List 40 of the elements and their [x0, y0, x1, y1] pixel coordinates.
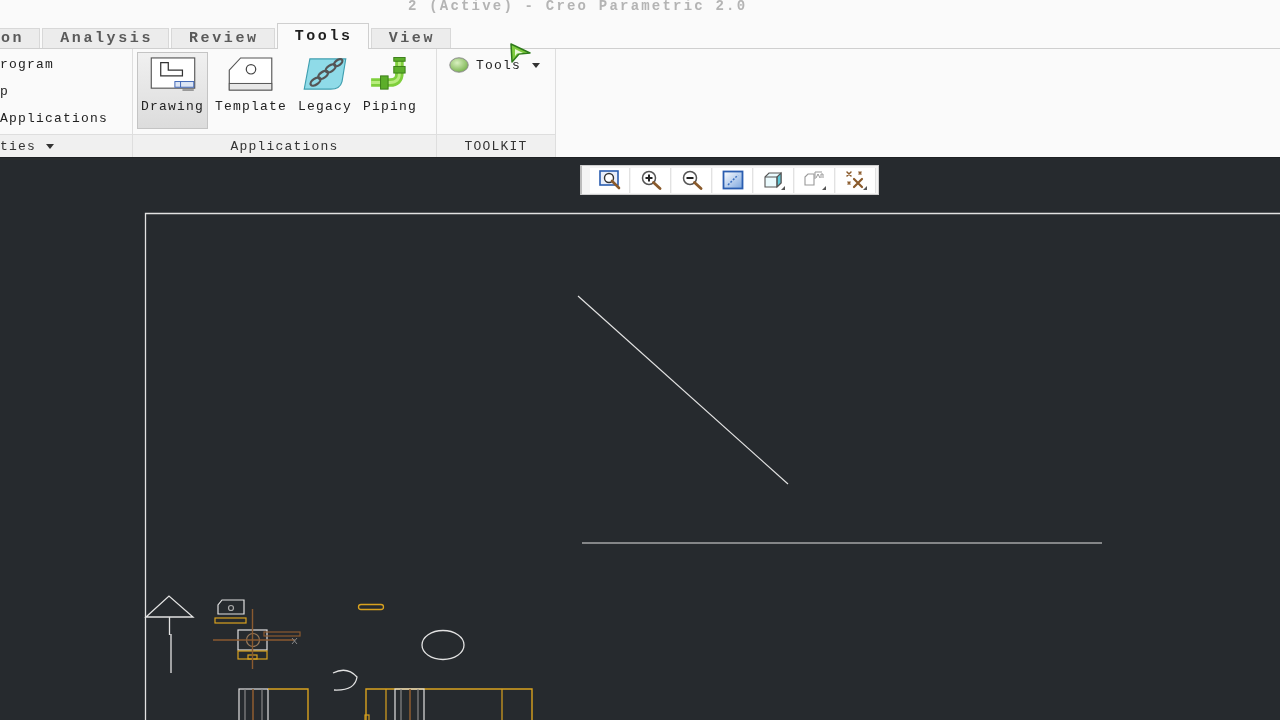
status-orb-icon	[449, 57, 469, 73]
zoom-out-button[interactable]	[672, 167, 712, 193]
menu-item[interactable]: rogram	[0, 55, 108, 75]
arc-shape	[332, 669, 358, 691]
ribbon-button[interactable]: Template	[211, 52, 292, 129]
group-menu-button[interactable]: ties	[0, 134, 132, 157]
zoom-in-button[interactable]	[631, 167, 671, 193]
zoom-fit-icon	[598, 170, 621, 190]
repaint-icon	[721, 170, 744, 190]
menu-item[interactable]: p	[0, 82, 108, 102]
ribbon-tab[interactable]: Tools	[276, 23, 369, 49]
drawing-sheet-icon	[148, 57, 197, 91]
saved-views-icon	[803, 170, 826, 190]
ribbon-button[interactable]: Piping	[359, 52, 422, 129]
shaded-cube-icon	[762, 170, 785, 190]
circle-shape	[421, 629, 465, 661]
group-label: TOOLKIT	[437, 134, 555, 157]
part-section-view	[238, 688, 309, 720]
zoom-fit-button[interactable]	[590, 167, 630, 193]
caret-icon	[532, 62, 540, 68]
ribbon-button[interactable]: Drawing	[137, 52, 208, 129]
datum-display-button[interactable]	[836, 167, 876, 193]
ribbon-tab[interactable]: Review	[171, 28, 275, 48]
part-top-view	[214, 599, 247, 624]
ribbon-button[interactable]: Legacy	[294, 52, 357, 129]
window-title: 2 (Active) - Creo Parametric 2.0	[408, 0, 748, 12]
datum-display-icon	[844, 170, 867, 190]
tools-dropdown[interactable]: Tools	[449, 55, 540, 75]
template-sheet-icon	[227, 57, 275, 91]
zoom-in-icon	[639, 170, 662, 190]
display-style-button[interactable]	[754, 167, 794, 193]
zoom-out-icon	[680, 170, 703, 190]
ribbon-tab[interactable]: View	[370, 28, 452, 48]
ribbon-tab[interactable]: Analysis	[42, 28, 169, 48]
repaint-button[interactable]	[713, 167, 753, 193]
ribbon-tab[interactable]: on	[0, 28, 41, 48]
slot-shape	[357, 603, 385, 611]
menu-item[interactable]: Applications	[0, 109, 108, 129]
caret-icon	[46, 143, 54, 149]
group-label: Applications	[133, 134, 436, 157]
